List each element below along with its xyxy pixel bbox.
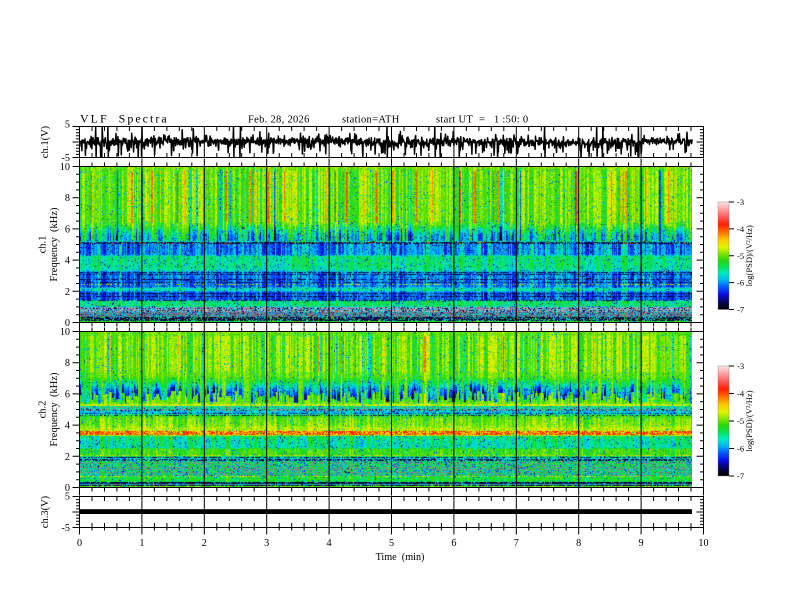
svg-text:6: 6 [65,224,70,235]
svg-text:Frequency (kHz): Frequency (kHz) [49,372,60,447]
svg-text:station=ATH: station=ATH [342,115,400,126]
svg-text:5: 5 [65,120,70,131]
svg-text:6: 6 [451,538,456,549]
svg-text:-7: -7 [737,471,744,481]
svg-text:2: 2 [65,452,70,463]
svg-text:log(PSD)/(V²/Hz): log(PSD)/(V²/Hz) [744,225,754,286]
svg-text:-7: -7 [737,305,744,315]
svg-text:-5: -5 [62,523,71,534]
svg-text:10: 10 [60,162,70,173]
svg-text:-3: -3 [737,197,744,207]
svg-text:0: 0 [77,538,82,549]
svg-text:5: 5 [389,538,394,549]
svg-text:Feb. 28, 2026: Feb. 28, 2026 [248,115,310,126]
svg-text:8: 8 [576,538,581,549]
svg-text:8: 8 [65,358,70,369]
svg-text:1: 1 [139,538,144,549]
svg-text:Time (min): Time (min) [376,552,425,563]
svg-text:ch.1(V): ch.1(V) [40,125,51,158]
svg-text:VLF Spectra: VLF Spectra [80,112,169,126]
svg-text:7: 7 [514,538,519,549]
svg-text:0: 0 [65,483,70,494]
svg-text:ch.2: ch.2 [38,401,49,419]
svg-text:-3: -3 [737,361,744,371]
svg-text:2: 2 [65,287,70,298]
svg-text:6: 6 [65,389,70,400]
svg-text:9: 9 [639,538,644,549]
svg-text:log(PSD)/(V²/Hz): log(PSD)/(V²/Hz) [744,390,754,451]
svg-text:Frequency (kHz): Frequency (kHz) [49,207,60,282]
svg-text:ch.3(V): ch.3(V) [40,495,51,528]
svg-text:10: 10 [698,538,708,549]
svg-text:10: 10 [60,327,70,338]
svg-text:3: 3 [264,538,269,549]
svg-text:2: 2 [202,538,207,549]
svg-text:8: 8 [65,193,70,204]
svg-text:4: 4 [65,256,70,267]
svg-text:ch.1: ch.1 [38,236,49,254]
svg-text:start UT = 1 :50: 0: start UT = 1 :50: 0 [436,115,528,126]
svg-text:4: 4 [65,421,70,432]
svg-text:4: 4 [327,538,332,549]
